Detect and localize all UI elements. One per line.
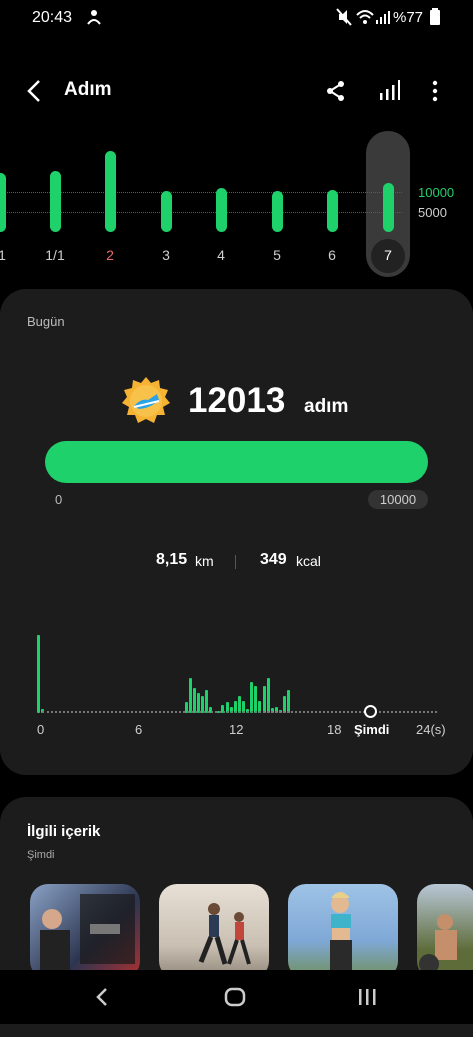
woman-running-image (330, 892, 352, 970)
progress-min-label: 0 (55, 492, 63, 507)
hour-label-24: 24(s) (416, 722, 446, 737)
sync-icon (87, 10, 101, 25)
hourly-bar (189, 678, 192, 713)
week-label-3[interactable]: 3 (146, 247, 186, 263)
stat-divider (235, 555, 236, 569)
nav-recents-icon[interactable] (357, 987, 377, 1007)
related-thumbnail-1[interactable] (30, 884, 140, 979)
goal-label-5000: 5000 (418, 205, 447, 220)
share-icon[interactable] (326, 80, 346, 102)
related-title: İlgili içerik (27, 823, 101, 840)
battery-icon (430, 8, 440, 25)
nav-back-icon[interactable] (95, 987, 109, 1007)
week-label-6[interactable]: 6 (312, 247, 352, 263)
hourly-bar (287, 690, 290, 713)
hour-label-12: 12 (229, 722, 244, 737)
nav-home-icon[interactable] (224, 987, 246, 1007)
gym-workout-image (40, 894, 135, 970)
week-label-2[interactable]: 2 (90, 247, 130, 263)
hour-label-0: 0 (37, 722, 45, 737)
status-time: 20:43 (32, 9, 73, 26)
shoe-badge-icon (122, 377, 170, 423)
stats-icon[interactable] (380, 80, 400, 102)
hourly-bar (205, 690, 208, 713)
system-navigation-bar (0, 970, 473, 1024)
hour-label-6: 6 (135, 722, 143, 737)
week-bar-3[interactable] (161, 191, 172, 232)
distance-unit: km (195, 553, 214, 569)
hour-label-18: 18 (327, 722, 342, 737)
progress-goal-label: 10000 (368, 490, 428, 509)
week-bar-4[interactable] (216, 188, 227, 232)
today-label: Bugün (27, 314, 65, 329)
steps-unit: adım (304, 396, 349, 417)
related-thumbnail-4[interactable] (417, 884, 473, 979)
now-marker (364, 705, 377, 718)
week-label-4[interactable]: 4 (201, 247, 241, 263)
more-options-icon[interactable] (431, 80, 439, 102)
hourly-bar (267, 678, 270, 713)
hourly-bar (263, 686, 266, 713)
hourly-bar (193, 688, 196, 713)
steps-count: 12013 (188, 381, 286, 420)
signal-icon (376, 11, 390, 24)
goal-label-10000: 10000 (418, 185, 455, 200)
running-couple-image (198, 903, 251, 965)
week-bar-1-1[interactable] (50, 171, 61, 232)
week-label-7[interactable]: 7 (368, 247, 408, 263)
week-label-1[interactable]: 1 (0, 247, 22, 263)
mute-icon (336, 8, 352, 26)
related-subtitle: Şimdi (27, 849, 55, 861)
related-thumbnail-2[interactable] (159, 884, 269, 979)
weekly-steps-chart: 10000 5000 1 1/1 2 3 4 5 6 7 (0, 125, 473, 285)
week-bar-2[interactable] (105, 151, 116, 232)
week-bar-6[interactable] (327, 190, 338, 232)
distance-value: 8,15 (156, 551, 188, 568)
related-thumbnail-3[interactable] (288, 884, 398, 979)
calories-value: 349 (260, 551, 287, 568)
hourly-bar (197, 693, 200, 713)
week-label-5[interactable]: 5 (257, 247, 297, 263)
hourly-baseline (42, 711, 437, 713)
page-title: Adım (64, 79, 112, 100)
calories-unit: kcal (296, 553, 321, 569)
steps-progress-bar (45, 441, 428, 483)
status-bar: 20:43 %77 (0, 0, 473, 36)
week-bar-1[interactable] (0, 173, 6, 232)
hourly-bar (37, 635, 40, 713)
week-bar-5[interactable] (272, 191, 283, 232)
hourly-bar (250, 682, 253, 713)
week-label-1-1[interactable]: 1/1 (35, 247, 75, 263)
hourly-bar (254, 686, 257, 713)
hour-label-now: Şimdi (354, 722, 390, 737)
wifi-icon (356, 10, 374, 24)
battery-percent: %77 (393, 9, 424, 26)
week-bar-7[interactable] (383, 183, 394, 232)
outdoor-exercise-image (419, 914, 457, 974)
back-icon[interactable] (26, 79, 42, 103)
